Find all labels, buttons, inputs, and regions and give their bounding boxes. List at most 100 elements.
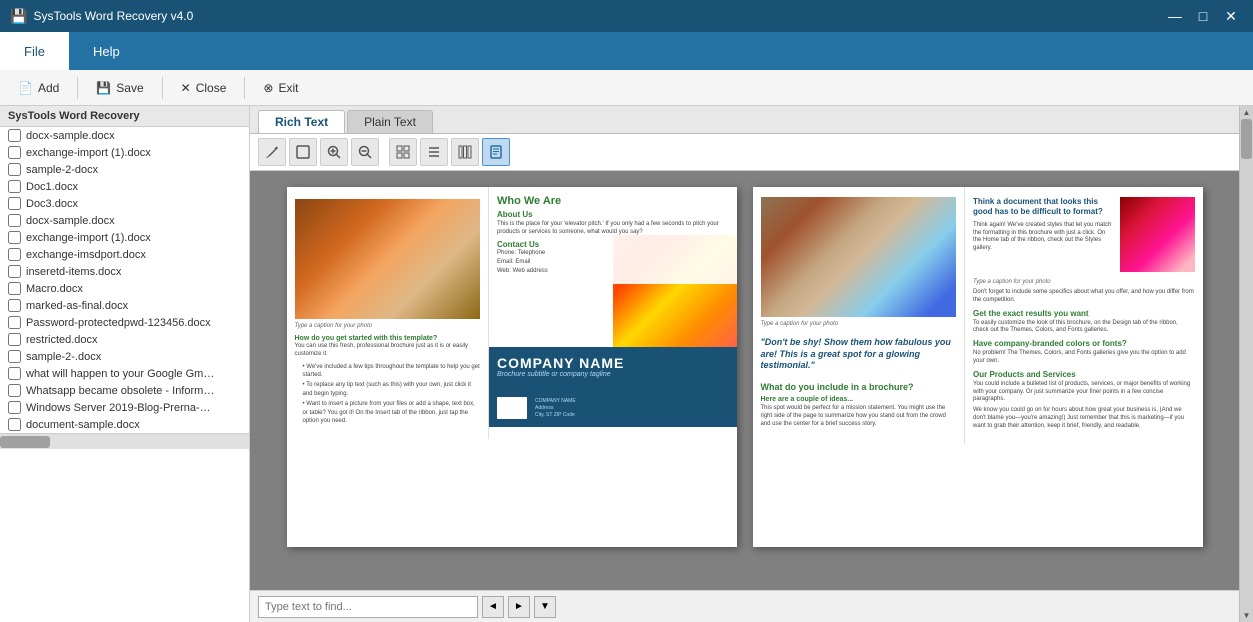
find-dropdown-button[interactable]: ▼ (534, 596, 556, 618)
right-scrollbar[interactable]: ▲ ▼ (1239, 106, 1253, 622)
who-we-are-title: Who We Are (497, 195, 729, 207)
sidebar-item[interactable]: restricted.docx (0, 331, 249, 348)
ideas-text: This spot would be perfect for a mission… (761, 405, 957, 428)
tab-plain-text[interactable]: Plain Text (347, 110, 433, 133)
page2-quote: "Don't be shy! Show them how fabulous yo… (761, 333, 957, 376)
sidebar-item[interactable]: Doc3.docx (0, 195, 249, 212)
sidebar-item[interactable]: sample-2-.docx (0, 348, 249, 365)
sidebar-item[interactable]: docx-sample.docx (0, 127, 249, 144)
preview-area: Type a caption for your photo How do you… (250, 171, 1239, 590)
sidebar-item-label: document-sample.docx (26, 419, 140, 431)
sidebar-item[interactable]: document-sample.docx (0, 416, 249, 433)
page1-photo (295, 199, 481, 319)
sidebar-item-label: exchange-import (1).docx (26, 232, 151, 244)
edit-tool-button[interactable] (258, 138, 286, 166)
sidebar-item-label: sample-2-.docx (26, 351, 101, 363)
zoom-out-button[interactable] (351, 138, 379, 166)
get-exact-text: To easily customize the look of this bro… (973, 320, 1195, 336)
sidebar-item[interactable]: exchange-import (1).docx (0, 229, 249, 246)
products-text: You could include a bulleted list of pro… (973, 381, 1195, 404)
close-button[interactable]: ✕ Close (171, 77, 237, 99)
exit-button[interactable]: ⊗ Exit (253, 77, 308, 99)
document-page-2: Type a caption for your photo "Don't be … (753, 187, 1203, 547)
products-text2: We know you could go on for hours about … (973, 407, 1195, 430)
sidebar: SysTools Word Recovery docx-sample.docx e… (0, 106, 250, 622)
sidebar-item[interactable]: Password-protectedpwd-123456.docx (0, 314, 249, 331)
sidebar-item-label: restricted.docx (26, 334, 98, 346)
title-bar-controls: — □ ✕ (1163, 4, 1243, 28)
sidebar-item[interactable]: Doc1.docx (0, 178, 249, 195)
page2-photo (761, 197, 957, 317)
column-view-button[interactable] (451, 138, 479, 166)
products-title: Our Products and Services (973, 370, 1195, 379)
company-name: COMPANY NAME (497, 355, 729, 371)
separator (162, 77, 163, 99)
zoom-in-button[interactable] (320, 138, 348, 166)
find-next-button[interactable]: ► (508, 596, 530, 618)
sidebar-item[interactable]: sample-2-docx (0, 161, 249, 178)
sidebar-item-label: exchange-imsdport.docx (26, 249, 146, 261)
maximize-button[interactable]: □ (1191, 4, 1215, 28)
document-page-1: Type a caption for your photo How do you… (287, 187, 737, 547)
tab-rich-text[interactable]: Rich Text (258, 110, 345, 133)
sidebar-item[interactable]: Macro.docx (0, 280, 249, 297)
find-input[interactable] (258, 596, 478, 618)
page1-how-text: You can use this fresh, professional bro… (295, 343, 481, 359)
sidebar-item-label: exchange-import (1).docx (26, 147, 151, 159)
app-title: SysTools Word Recovery v4.0 (33, 9, 193, 23)
sidebar-item-label: Password-protectedpwd-123456.docx (26, 317, 211, 329)
sidebar-item[interactable]: docx-sample.docx (0, 212, 249, 229)
select-tool-button[interactable] (289, 138, 317, 166)
sidebar-item-label: Macro.docx (26, 283, 83, 295)
page1-company-section: COMPANY NAME Brochure subtitle or compan… (489, 347, 737, 427)
close-icon: ✕ (181, 81, 191, 95)
grid-view1-button[interactable] (389, 138, 417, 166)
sidebar-item[interactable]: Windows Server 2019-Blog-Prerna-1.doc (0, 399, 249, 416)
sidebar-item-label: Windows Server 2019-Blog-Prerna-1.doc (26, 402, 216, 414)
page1-caption: Type a caption for your photo (295, 323, 481, 329)
close-window-button[interactable]: ✕ (1219, 4, 1243, 28)
sidebar-item[interactable]: what will happen to your Google Gmail a (0, 365, 249, 382)
sidebar-item[interactable]: exchange-imsdport.docx (0, 246, 249, 263)
get-exact-title: Get the exact results you want (973, 309, 1195, 318)
ideas-title: Here are a couple of ideas... (761, 396, 957, 403)
separator (244, 77, 245, 99)
title-bar: 💾 SysTools Word Recovery v4.0 — □ ✕ (0, 0, 1253, 32)
sidebar-item-label: marked-as-final.docx (26, 300, 128, 312)
save-button[interactable]: 💾 Save (86, 77, 153, 99)
company-address: COMPANY NAMEAddressCity, ST ZIP Code (535, 398, 576, 419)
sidebar-item-label: Doc3.docx (26, 198, 78, 210)
sidebar-item-label: Doc1.docx (26, 181, 78, 193)
contact-us-title: Contact Us (497, 240, 729, 249)
page2-caption: Type a caption for your photo (761, 321, 957, 327)
add-button[interactable]: 📄 Add (8, 77, 69, 99)
sidebar-file-list: docx-sample.docx exchange-import (1).docx… (0, 127, 249, 433)
dont-forget-text: Don't forget to include some specifics a… (973, 289, 1195, 305)
sidebar-item[interactable]: inseretd-items.docx (0, 263, 249, 280)
app-icon: 💾 (10, 8, 27, 25)
title-bar-left: 💾 SysTools Word Recovery v4.0 (10, 8, 193, 25)
menu-help[interactable]: Help (69, 32, 144, 70)
tab-bar: Rich Text Plain Text (250, 106, 1239, 134)
view-toolbar (250, 134, 1239, 171)
page-view-button[interactable] (482, 138, 510, 166)
sidebar-item[interactable]: Whatsapp became obsolete - Informative (0, 382, 249, 399)
company-logo (497, 397, 527, 419)
minimize-button[interactable]: — (1163, 4, 1187, 28)
page2-tulip-photo (1120, 197, 1195, 272)
scroll-up-arrow[interactable]: ▲ (1241, 106, 1253, 119)
sidebar-item[interactable]: marked-as-final.docx (0, 297, 249, 314)
page1-right-images: Who We Are About Us This is the place fo… (489, 187, 737, 347)
toolbar: 📄 Add 💾 Save ✕ Close ⊗ Exit (0, 70, 1253, 106)
scroll-down-arrow[interactable]: ▼ (1241, 609, 1253, 622)
sidebar-item[interactable]: exchange-import (1).docx (0, 144, 249, 161)
list-view-button[interactable] (420, 138, 448, 166)
colors-title: Have company-branded colors or fonts? (973, 339, 1195, 348)
page1-how-title: How do you get started with this templat… (295, 335, 481, 342)
sidebar-header: SysTools Word Recovery (0, 106, 249, 127)
find-prev-button[interactable]: ◄ (482, 596, 504, 618)
sidebar-item-label: docx-sample.docx (26, 215, 115, 227)
menu-file[interactable]: File (0, 32, 69, 70)
menu-bar: File Help (0, 32, 1253, 70)
sidebar-item-label: what will happen to your Google Gmail a (26, 368, 216, 380)
